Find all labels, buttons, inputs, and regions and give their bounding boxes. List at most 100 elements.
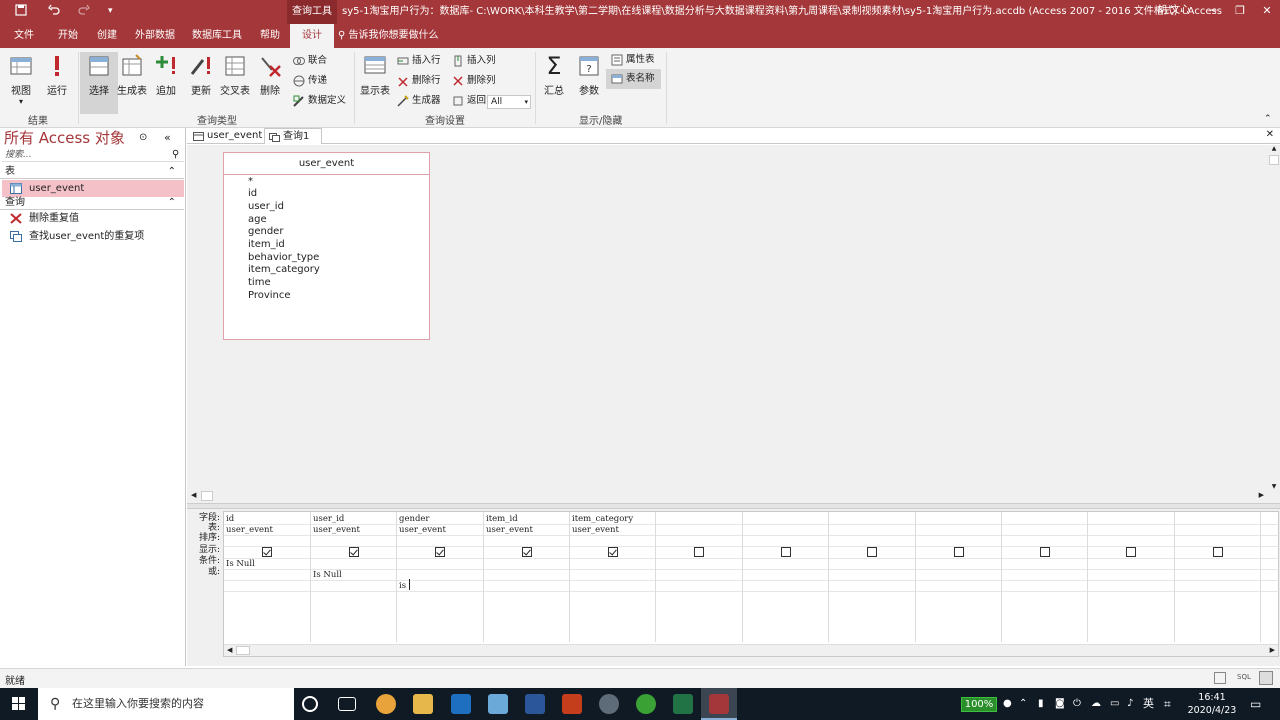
tray-chevron-icon[interactable]: ⌃ [1019, 688, 1027, 720]
field-item[interactable]: * [248, 176, 253, 188]
datasheet-view-icon[interactable] [1214, 672, 1226, 684]
network-icon[interactable]: ▮ [1038, 688, 1044, 720]
return-combo[interactable]: All ▾ [487, 95, 531, 109]
show-checkbox[interactable] [781, 547, 791, 557]
nav-title[interactable]: 所有 Access 对象 [4, 128, 125, 148]
wechat-icon[interactable] [636, 694, 656, 714]
scroll-left-icon[interactable]: ◀ [227, 646, 232, 654]
show-checkbox[interactable] [1126, 547, 1136, 557]
scroll-down-icon[interactable]: ▼ [1268, 483, 1280, 490]
chrome-icon[interactable] [376, 694, 396, 714]
show-checkbox[interactable] [262, 547, 272, 557]
crosstab-button[interactable]: 交叉表 [216, 52, 254, 97]
restore-button[interactable]: ❐ [1230, 2, 1250, 20]
show-checkbox[interactable] [694, 547, 704, 557]
property-sheet-button[interactable]: 属性表 [611, 50, 655, 70]
tab-home[interactable]: 开始 [52, 24, 84, 48]
update-button[interactable]: 更新 [182, 52, 220, 97]
file-explorer-icon[interactable] [413, 694, 433, 714]
nav-group-queries[interactable]: 查询 ⌃ [0, 196, 184, 210]
upper-horizontal-scrollbar[interactable]: ◀ ▶ [187, 490, 1280, 502]
grid-column[interactable]: id user_event Is Null [224, 512, 311, 642]
notification-icon[interactable]: ▭ [1250, 688, 1261, 720]
field-list-title[interactable]: user_event [224, 153, 429, 175]
show-checkbox[interactable] [1213, 547, 1223, 557]
collapse-pane-icon[interactable]: « [164, 131, 171, 144]
grid-criteria-cell[interactable]: Is Null [226, 559, 255, 569]
monitor-icon[interactable]: ▭ [1110, 688, 1119, 720]
notes-app-icon[interactable] [488, 694, 508, 714]
grid-field-cell[interactable]: id [226, 514, 234, 524]
nav-search-input[interactable]: 搜索... [2, 148, 184, 162]
field-item[interactable]: time [248, 277, 271, 289]
security-icon[interactable]: ◙ [1055, 688, 1065, 720]
tab-external-data[interactable]: 外部数据 [133, 24, 177, 48]
redo-icon[interactable] [78, 4, 90, 19]
append-button[interactable]: 追加 [147, 52, 185, 97]
tell-me-box[interactable]: ⚲ 告诉我你想要做什么 [338, 24, 439, 48]
clock[interactable]: 16:41 2020/4/23 [1186, 691, 1238, 717]
grid-column[interactable] [1175, 512, 1261, 642]
grid-table-cell[interactable]: user_event [399, 525, 446, 535]
nav-item-find-duplicates[interactable]: 查找user_event的重复项 [2, 228, 184, 245]
field-item[interactable]: age [248, 214, 267, 226]
view-button[interactable]: 视图 ▾ [2, 52, 40, 106]
field-item[interactable]: user_id [248, 201, 284, 213]
grid-column[interactable]: gender user_event is [397, 512, 484, 642]
tab-create[interactable]: 创建 [91, 24, 123, 48]
upper-vertical-scrollbar[interactable]: ▲ ▼ [1268, 145, 1280, 490]
union-button[interactable]: 联合 [293, 51, 327, 71]
show-checkbox[interactable] [608, 547, 618, 557]
delete-query-button[interactable]: 删除 [251, 52, 289, 97]
doc-tab-query1[interactable]: 查询1 [264, 128, 322, 144]
grid-field-cell[interactable]: item_category [572, 514, 633, 524]
mic-icon[interactable]: ● [1003, 688, 1012, 720]
ime-indicator[interactable]: 英 [1143, 688, 1154, 720]
scroll-left-icon[interactable]: ◀ [191, 491, 196, 499]
scroll-up-icon[interactable]: ▲ [1268, 145, 1280, 152]
table-names-button[interactable]: 表名称 [606, 69, 661, 89]
tab-help[interactable]: 帮助 [254, 24, 286, 48]
access-taskbar-slot[interactable] [701, 688, 737, 720]
zoom-badge[interactable]: 100% [961, 697, 997, 712]
powerpoint-icon[interactable] [562, 694, 582, 714]
grid-column[interactable] [1088, 512, 1175, 642]
pass-through-button[interactable]: 传递 [293, 71, 327, 91]
customize-icon[interactable]: ▾ [108, 6, 113, 16]
grid-or-cell-editing[interactable]: is [399, 581, 406, 591]
grid-table-cell[interactable]: user_event [226, 525, 273, 535]
grid-table-cell[interactable]: user_event [486, 525, 533, 535]
field-item[interactable]: gender [248, 226, 283, 238]
grid-field-cell[interactable]: gender [399, 514, 429, 524]
scroll-right-icon[interactable]: ▶ [1259, 491, 1264, 499]
field-list-user-event[interactable]: user_event * id user_id age gender item_… [223, 152, 430, 340]
grid-column[interactable] [916, 512, 1002, 642]
field-item[interactable]: item_id [248, 239, 285, 251]
run-button[interactable]: 运行 [38, 52, 76, 97]
field-item[interactable]: behavior_type [248, 252, 319, 264]
field-item[interactable]: item_category [248, 264, 320, 276]
nav-item-delete-duplicates[interactable]: 删除重复值 [2, 210, 184, 227]
make-table-button[interactable]: 生成表 [113, 52, 151, 97]
undo-icon[interactable] [48, 4, 60, 19]
tab-design[interactable]: 设计 [290, 24, 334, 48]
doc-tab-user-event[interactable]: user_event [189, 128, 263, 144]
collapse-ribbon-icon[interactable]: ⌃ [1264, 114, 1272, 124]
cortana-icon[interactable] [302, 696, 318, 712]
tab-database-tools[interactable]: 数据库工具 [190, 24, 244, 48]
keyboard-icon[interactable]: ⌗ [1164, 688, 1171, 720]
scroll-thumb[interactable] [201, 491, 213, 501]
field-item[interactable]: id [248, 188, 257, 200]
nav-item-user-event[interactable]: user_event [2, 180, 184, 197]
sql-view-icon[interactable]: SQL [1237, 673, 1251, 681]
scroll-thumb[interactable] [236, 646, 250, 655]
delete-column-button[interactable]: 删除列 [452, 71, 496, 91]
show-checkbox[interactable] [349, 547, 359, 557]
outlook-icon[interactable] [451, 694, 471, 714]
insert-column-button[interactable]: 插入列 [452, 51, 496, 71]
nav-menu-icon[interactable]: ⊙ [139, 132, 147, 143]
grid-column[interactable] [829, 512, 916, 642]
grid-column[interactable] [656, 512, 743, 642]
minimize-button[interactable]: ─ [1203, 2, 1223, 20]
close-button[interactable]: ✕ [1257, 2, 1277, 20]
